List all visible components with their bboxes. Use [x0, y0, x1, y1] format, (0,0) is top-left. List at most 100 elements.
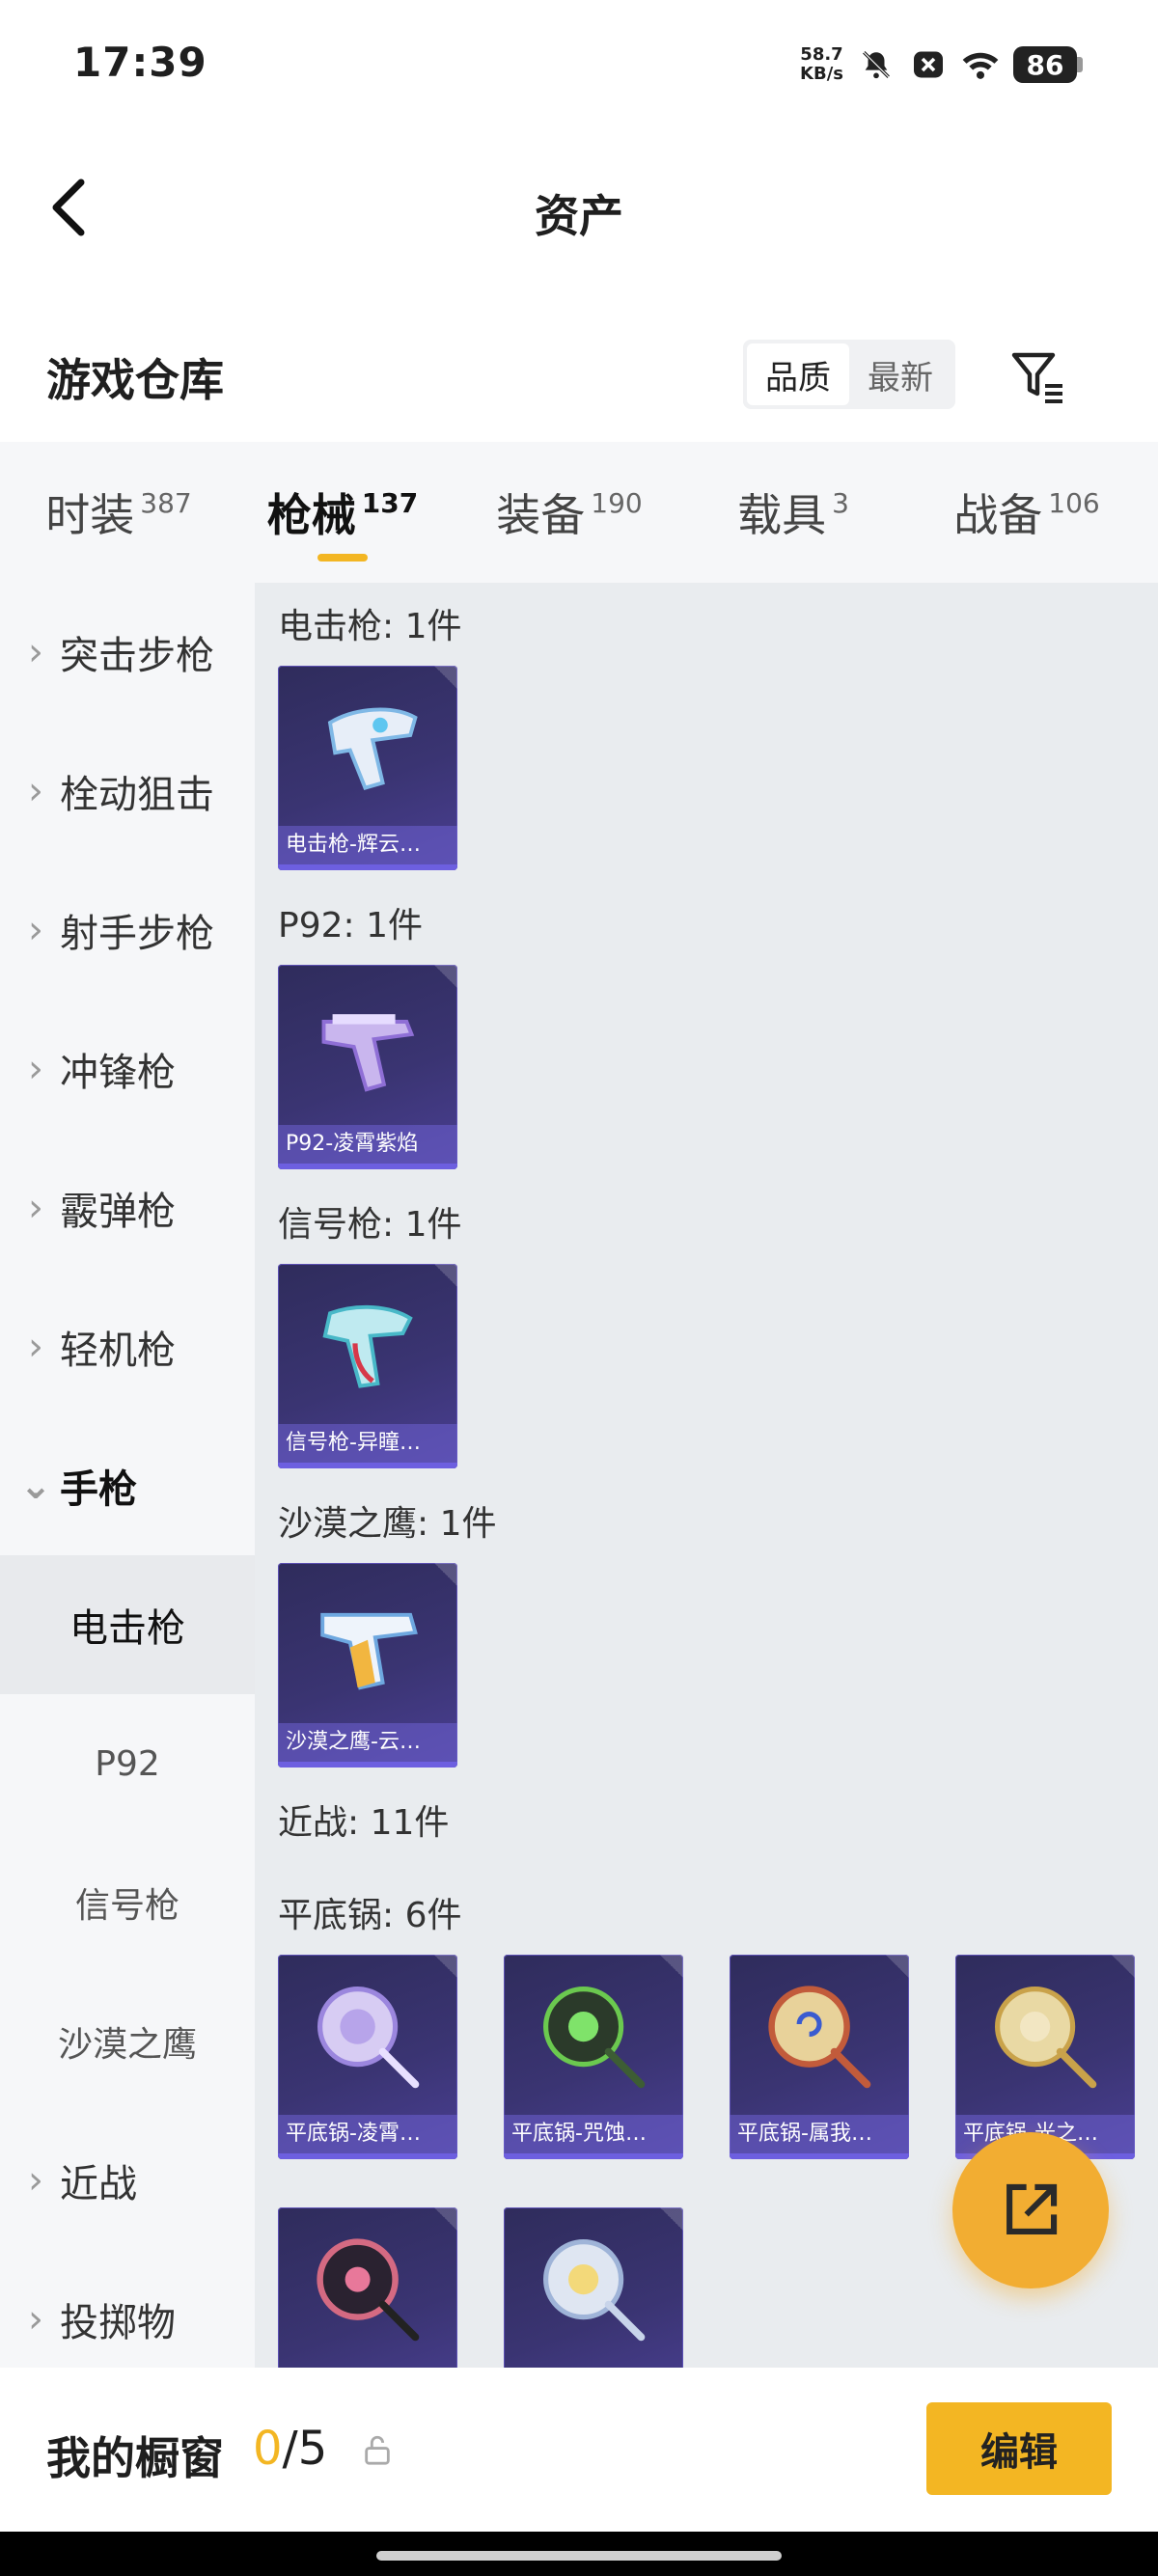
item-name: 沙漠之鹰-云…	[278, 1723, 457, 1762]
item-name: P92-凌霄紫焰	[278, 1125, 457, 1164]
showcase-bar: 我的橱窗 0/5 编辑	[0, 2368, 1158, 2532]
item-card[interactable]: 平底锅-凌霄…	[278, 1955, 457, 2159]
group-title: P92: 1件	[278, 906, 423, 945]
sidebar-item-label: 轻机枪	[60, 1329, 176, 1373]
status-time: 17:39	[73, 39, 207, 86]
close-box-icon	[909, 45, 948, 84]
sidebar-item-bolt-sniper[interactable]: › 栓动狙击	[0, 722, 255, 861]
sidebar-item-label: 突击步枪	[60, 634, 214, 678]
chevron-right-icon: ›	[28, 1047, 43, 1091]
item-name: 平底锅-属我…	[730, 2115, 909, 2153]
warehouse-title: 游戏仓库	[46, 354, 224, 406]
tab-label: 枪械	[266, 489, 356, 541]
sidebar-item-pistol[interactable]: ⌄ 手枪	[0, 1416, 255, 1555]
chevron-right-icon: ›	[28, 908, 43, 952]
nav-bar: 资产	[0, 145, 1158, 270]
sidebar-item-marksman-rifle[interactable]: › 射手步枪	[0, 861, 255, 1000]
item-card[interactable]: P92-凌霄紫焰	[278, 965, 457, 1169]
sidebar-item-label: 投掷物	[60, 2301, 176, 2345]
item-card[interactable]: 沙漠之鹰-云…	[278, 1563, 457, 1768]
sidebar-subitem-desert-eagle[interactable]: 沙漠之鹰	[0, 1972, 255, 2111]
bell-muted-icon	[857, 45, 896, 84]
sort-toggle: 品质 最新	[743, 340, 955, 409]
sidebar-item-lmg[interactable]: › 轻机枪	[0, 1277, 255, 1416]
tab-label: 装备	[496, 489, 586, 541]
chevron-right-icon: ›	[28, 630, 43, 674]
tab-count: 106	[1048, 486, 1100, 519]
status-icons: 58.7 KB/s 86	[800, 39, 1083, 91]
tab-label: 载具	[737, 489, 827, 541]
battery-indicator: 86	[1013, 46, 1083, 83]
tab-firearms[interactable]: 枪械 137	[237, 442, 448, 583]
sidebar-subitem-p92[interactable]: P92	[0, 1694, 255, 1833]
chevron-right-icon: ›	[28, 1325, 43, 1369]
tab-equipment[interactable]: 装备 190	[448, 442, 691, 583]
chevron-right-icon: ›	[28, 1186, 43, 1230]
item-card[interactable]: 平底锅-光之…	[955, 1955, 1135, 2159]
item-name: 电击枪-辉云…	[278, 826, 457, 864]
home-indicator[interactable]	[376, 2551, 782, 2561]
sidebar-item-assault-rifle[interactable]: › 突击步枪	[0, 583, 255, 722]
tab-fashion[interactable]: 时装 387	[0, 442, 237, 583]
chevron-right-icon: ›	[28, 2297, 43, 2342]
pan-icon	[543, 2239, 646, 2342]
gesture-bar	[0, 2532, 1158, 2576]
tab-count: 190	[591, 486, 643, 519]
share-icon	[1006, 2183, 1058, 2234]
category-tabs: 时装 387 枪械 137 装备 190 载具 3 战备 106	[0, 442, 1158, 583]
tab-vehicles[interactable]: 载具 3	[691, 442, 896, 583]
item-card[interactable]	[504, 2207, 683, 2368]
item-name: 平底锅-凌霄…	[278, 2115, 457, 2153]
showcase-total: /5	[282, 2422, 328, 2476]
tab-count: 387	[140, 486, 192, 519]
share-button[interactable]	[952, 2132, 1109, 2288]
tab-supplies[interactable]: 战备 106	[896, 442, 1158, 583]
item-card[interactable]: 电击枪-辉云…	[278, 666, 457, 870]
item-card[interactable]: 信号枪-异瞳…	[278, 1264, 457, 1468]
tab-count: 137	[361, 486, 419, 519]
showcase-label: 我的橱窗	[46, 2432, 224, 2484]
sidebar-item-label: 近战	[60, 2162, 137, 2206]
tab-label: 战备	[953, 489, 1043, 541]
chevron-right-icon: ›	[28, 2158, 43, 2203]
network-speed: 58.7 KB/s	[800, 45, 843, 84]
sidebar-item-label: 霰弹枪	[60, 1190, 176, 1234]
sidebar-item-melee[interactable]: › 近战	[0, 2111, 255, 2250]
sidebar-subitem-stun-gun[interactable]: 电击枪	[0, 1555, 255, 1694]
sidebar: › 突击步枪 › 栓动狙击 › 射手步枪 › 冲锋枪 › 霰弹枪 › 轻机枪 ⌄ 手枪 电击枪…	[0, 583, 255, 2368]
sort-quality-button[interactable]: 品质	[747, 343, 849, 405]
sort-newest-button[interactable]: 最新	[849, 343, 951, 405]
network-speed-value: 58.7	[800, 44, 843, 65]
pan-icon	[317, 1987, 420, 2089]
sidebar-item-smg[interactable]: › 冲锋枪	[0, 1000, 255, 1138]
sidebar-item-label: 射手步枪	[60, 912, 214, 956]
tab-count: 3	[832, 486, 849, 519]
item-name: 平底锅-咒蚀…	[504, 2115, 683, 2153]
chevron-right-icon: ›	[28, 769, 43, 813]
sidebar-item-label: 栓动狙击	[60, 773, 214, 817]
item-grid: 电击枪: 1件 电击枪-辉云… P92: 1件 P92-凌霄紫焰 信号枪: 1件…	[255, 583, 1158, 2368]
chevron-down-icon: ⌄	[19, 1464, 52, 1508]
sidebar-item-label: 冲锋枪	[60, 1051, 176, 1095]
item-card[interactable]: 平底锅-咒蚀…	[504, 1955, 683, 2159]
tab-label: 时装	[45, 489, 135, 541]
group-title: 平底锅: 6件	[278, 1896, 462, 1935]
warehouse-header: 游戏仓库 品质 最新	[0, 328, 1158, 425]
page-title: 资产	[535, 190, 623, 242]
stun-gun-icon	[327, 707, 418, 790]
group-title: 信号枪: 1件	[278, 1205, 462, 1245]
pan-icon	[995, 1987, 1097, 2089]
sidebar-item-shotgun[interactable]: › 霰弹枪	[0, 1138, 255, 1277]
sidebar-subitem-flare-gun[interactable]: 信号枪	[0, 1833, 255, 1972]
tab-active-indicator	[317, 554, 368, 562]
item-card[interactable]: 平底锅-属我…	[730, 1955, 909, 2159]
edit-button[interactable]: 编辑	[926, 2402, 1112, 2495]
pistol-icon	[321, 1014, 415, 1092]
item-card[interactable]	[278, 2207, 457, 2368]
group-title: 近战: 11件	[278, 1803, 450, 1843]
pan-icon	[317, 2238, 420, 2342]
sidebar-item-throwables[interactable]: › 投掷物	[0, 2250, 255, 2368]
item-name: 信号枪-异瞳…	[278, 1424, 457, 1463]
network-speed-unit: KB/s	[800, 64, 843, 84]
filter-button[interactable]	[1004, 343, 1071, 410]
